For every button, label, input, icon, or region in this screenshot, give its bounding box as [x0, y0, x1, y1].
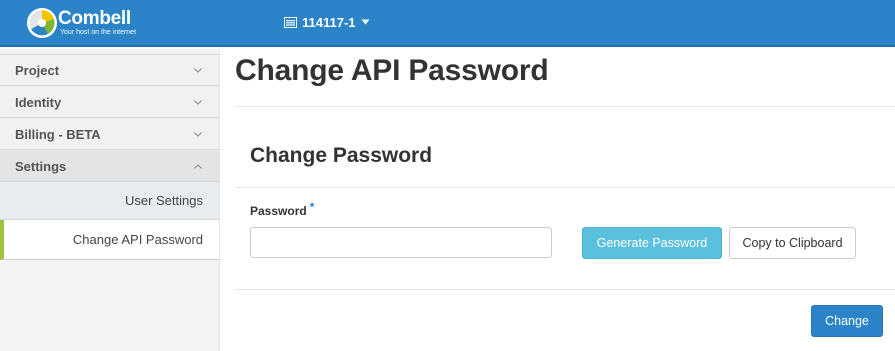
sidebar-section-identity[interactable]: Identity	[0, 86, 219, 118]
password-label: Password *	[250, 200, 314, 218]
sidebar-section-label: Settings	[15, 158, 67, 174]
sidebar-section-project[interactable]: Project	[0, 54, 219, 86]
password-label-text: Password	[250, 204, 307, 218]
sidebar-section-label: Project	[15, 62, 60, 78]
chevron-down-icon	[193, 129, 203, 139]
sidebar-item-label: User Settings	[124, 193, 203, 208]
sidebar-section-settings[interactable]: Settings	[0, 150, 219, 182]
list-icon	[284, 16, 297, 28]
divider	[235, 289, 895, 290]
caret-down-icon	[361, 19, 370, 25]
sidebar-item-user-settings[interactable]: User Settings	[0, 182, 219, 220]
required-marker: *	[309, 200, 315, 214]
chevron-up-icon	[193, 161, 203, 171]
brand-tagline: Your host on the internet	[60, 29, 137, 36]
brand-logo[interactable]: Combell Your host on the internet	[26, 6, 146, 40]
account-selector[interactable]: 114117-1	[284, 13, 370, 31]
sidebar: Project Identity Billing - BETA Settings…	[0, 49, 220, 351]
sidebar-item-change-api-password[interactable]: Change API Password	[0, 220, 219, 260]
sidebar-section-label: Identity	[15, 94, 62, 110]
divider	[235, 106, 895, 107]
section-title: Change Password	[250, 144, 433, 167]
password-input[interactable]	[250, 227, 552, 258]
top-navbar: Combell Your host on the internet 114117…	[0, 0, 895, 47]
divider	[235, 187, 895, 188]
chevron-down-icon	[193, 65, 203, 75]
sidebar-section-label: Billing - BETA	[15, 126, 101, 142]
change-button[interactable]: Change	[811, 305, 883, 337]
sidebar-section-billing[interactable]: Billing - BETA	[0, 118, 219, 150]
generate-password-button[interactable]: Generate Password	[582, 227, 722, 259]
chevron-down-icon	[193, 97, 203, 107]
account-label: 114117-1	[302, 14, 356, 30]
page-title: Change API Password	[235, 54, 549, 87]
combell-logo-icon	[27, 8, 57, 38]
brand-name: Combell	[58, 8, 131, 29]
sidebar-item-label: Change API Password	[72, 232, 203, 247]
copy-to-clipboard-button[interactable]: Copy to Clipboard	[729, 227, 856, 259]
main-content: Change API Password Change Password Pass…	[221, 49, 895, 351]
